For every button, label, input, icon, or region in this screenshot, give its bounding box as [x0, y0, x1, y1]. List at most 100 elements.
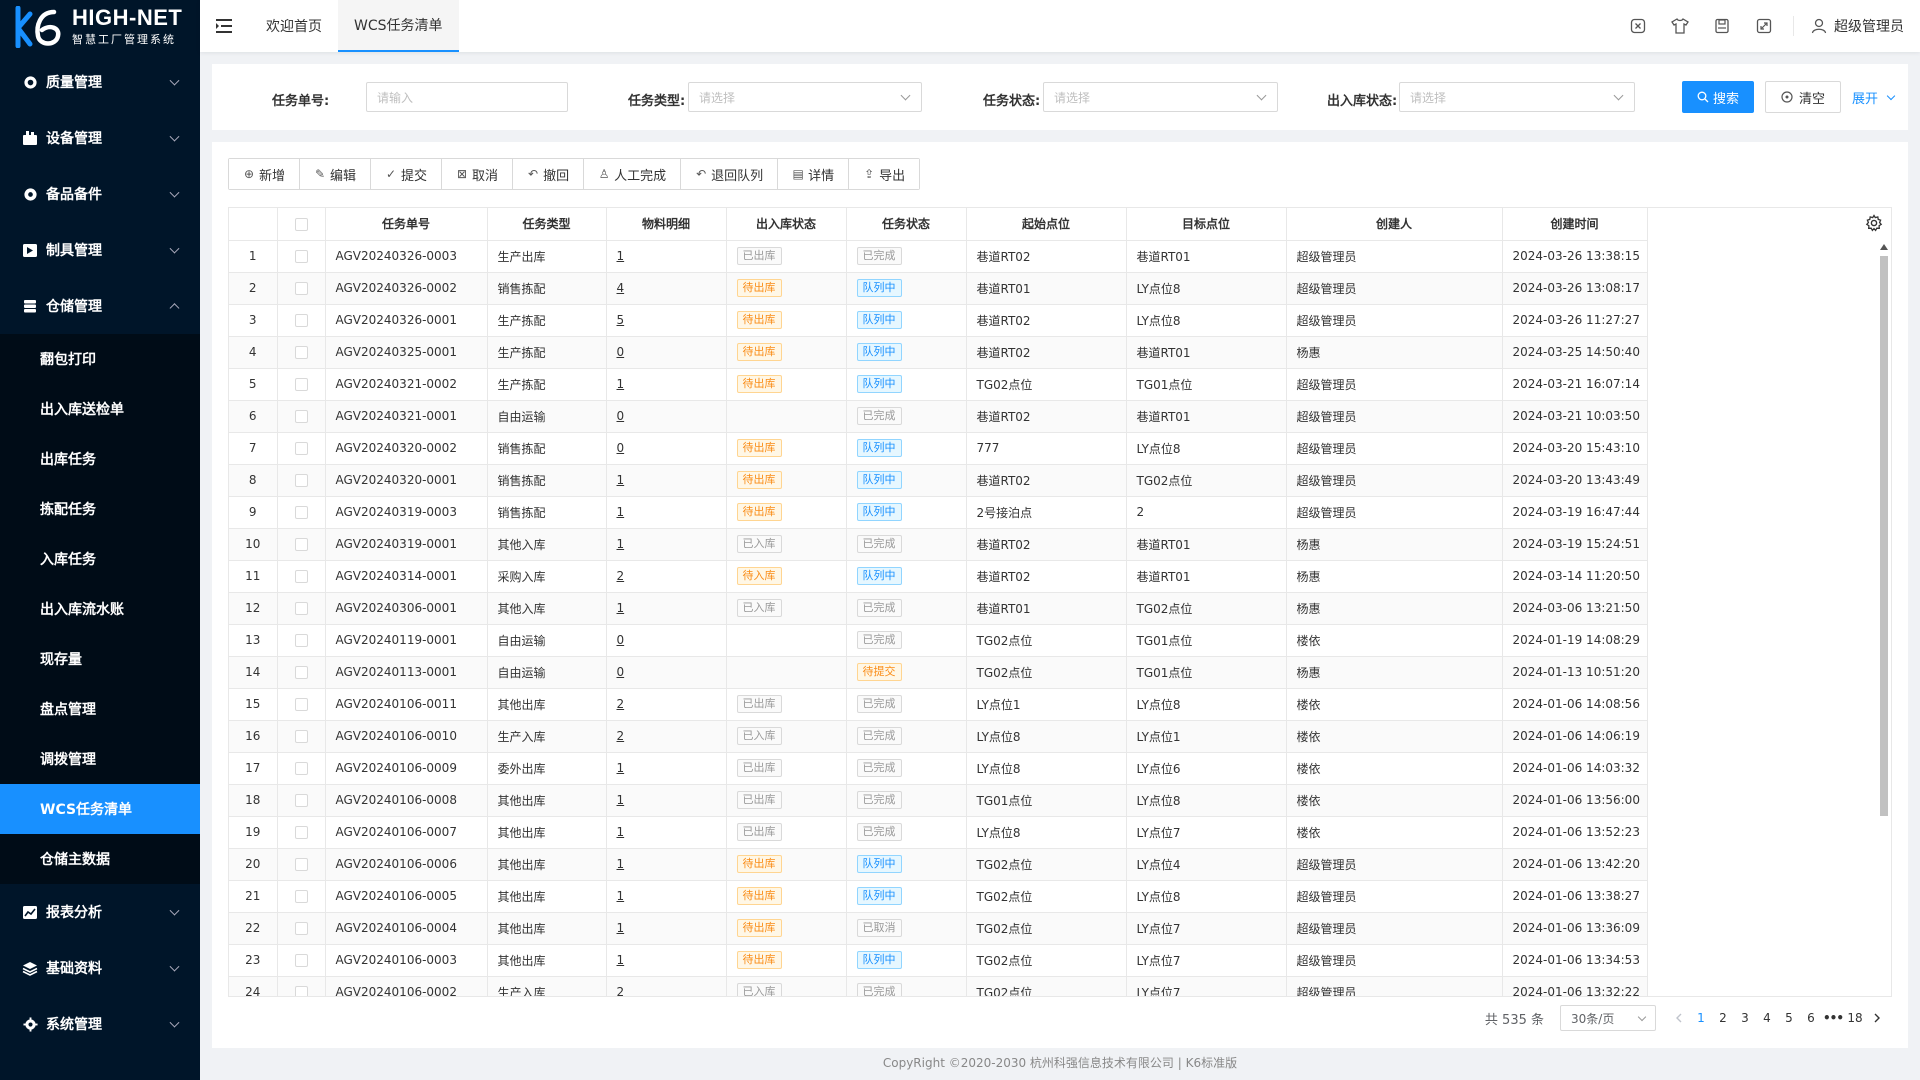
page-number[interactable]: 3: [1734, 1011, 1756, 1025]
material-detail-cell[interactable]: 0: [606, 624, 727, 657]
table-row[interactable]: 22 AGV20240106-0004 其他出库 1 待出库 已取消 TG02点位 LY点位7…: [229, 912, 1648, 945]
table-row[interactable]: 19 AGV20240106-0007 其他出库 1 已出库 已完成 LY点位8 LY点位7 楼…: [229, 816, 1648, 849]
search-button[interactable]: 搜索: [1682, 81, 1754, 113]
material-detail-link[interactable]: 1: [617, 953, 625, 967]
table-row[interactable]: 24 AGV20240106-0002 生产入库 2 已入库 已完成 TG02点位 LY点位7…: [229, 976, 1648, 996]
material-detail-link[interactable]: 1: [617, 857, 625, 871]
table-row[interactable]: 12 AGV20240306-0001 其他入库 1 已入库 已完成 巷道RT01 TG02点…: [229, 592, 1648, 625]
material-detail-cell[interactable]: 0: [606, 400, 727, 433]
checkbox[interactable]: [294, 794, 308, 807]
row-checkbox-cell[interactable]: [277, 560, 326, 593]
material-detail-cell[interactable]: 1: [606, 496, 727, 529]
checkbox[interactable]: [294, 474, 308, 487]
material-detail-link[interactable]: 1: [617, 761, 625, 775]
checkbox[interactable]: [294, 858, 308, 871]
material-detail-cell[interactable]: 0: [606, 432, 727, 465]
sidebar-item[interactable]: 盘点管理: [0, 684, 200, 734]
row-checkbox-cell[interactable]: [277, 592, 326, 625]
page-number[interactable]: 6: [1800, 1011, 1822, 1025]
table-row[interactable]: 1 AGV20240326-0003 生产出库 1 已出库 已完成 巷道RT02 巷道RT01…: [229, 240, 1648, 273]
sidebar-item[interactable]: 翻包打印: [0, 334, 200, 384]
toolbar-button[interactable]: ✎ 编辑: [300, 159, 372, 189]
material-detail-link[interactable]: 0: [617, 409, 625, 423]
table-row[interactable]: 17 AGV20240106-0009 委外出库 1 已出库 已完成 LY点位8 LY点位6 楼…: [229, 752, 1648, 785]
sidebar-group-t1[interactable]: 设备管理: [0, 110, 200, 166]
page-size-select[interactable]: 30条/页: [1560, 1005, 1656, 1031]
row-checkbox-cell[interactable]: [277, 368, 326, 401]
sidebar-group-t3[interactable]: 制具管理: [0, 222, 200, 278]
material-detail-link[interactable]: 1: [617, 825, 625, 839]
material-detail-cell[interactable]: 1: [606, 784, 727, 817]
checkbox[interactable]: [294, 730, 308, 743]
table-row[interactable]: 9 AGV20240319-0003 销售拣配 1 待出库 队列中 2号接泊点 2 超级管理员 2…: [229, 496, 1648, 529]
row-checkbox-cell[interactable]: [277, 432, 326, 465]
fullscreen-icon[interactable]: [1755, 17, 1773, 35]
material-detail-link[interactable]: 1: [617, 505, 625, 519]
material-detail-link[interactable]: 0: [617, 441, 625, 455]
material-detail-link[interactable]: 1: [617, 601, 625, 615]
page-number[interactable]: 4: [1756, 1011, 1778, 1025]
tab-item[interactable]: WCS任务清单: [338, 0, 459, 52]
user-menu[interactable]: 超级管理员: [1802, 16, 1904, 36]
checkbox[interactable]: [294, 986, 308, 996]
sidebar-item[interactable]: 现存量: [0, 634, 200, 684]
toolbar-button[interactable]: ▤ 详情: [778, 159, 850, 189]
table-row[interactable]: 14 AGV20240113-0001 自由运输 0 待提交 TG02点位 TG01点位 杨惠…: [229, 656, 1648, 689]
material-detail-cell[interactable]: 1: [606, 912, 727, 945]
material-detail-link[interactable]: 1: [617, 473, 625, 487]
page-number[interactable]: 1: [1690, 1011, 1712, 1025]
table-row[interactable]: 10 AGV20240319-0001 其他入库 1 已入库 已完成 巷道RT02 巷道RT0…: [229, 528, 1648, 561]
row-checkbox-cell[interactable]: [277, 944, 326, 977]
material-detail-link[interactable]: 1: [617, 921, 625, 935]
checkbox[interactable]: [294, 250, 308, 263]
material-detail-link[interactable]: 0: [617, 633, 625, 647]
sidebar-group-t2[interactable]: 备品备件: [0, 166, 200, 222]
table-row[interactable]: 23 AGV20240106-0003 其他出库 1 待出库 队列中 TG02点位 LY点位7…: [229, 944, 1648, 977]
material-detail-link[interactable]: 4: [617, 281, 625, 295]
toolbar-button[interactable]: ↶ 退回队列: [681, 159, 779, 189]
row-checkbox-cell[interactable]: [277, 688, 326, 721]
table-row[interactable]: 3 AGV20240326-0001 生产拣配 5 待出库 队列中 巷道RT02 LY点位8 超…: [229, 304, 1648, 337]
material-detail-cell[interactable]: 1: [606, 528, 727, 561]
scrollbar-thumb[interactable]: [1880, 256, 1888, 816]
table-row[interactable]: 11 AGV20240314-0001 采购入库 2 待入库 队列中 巷道RT02 巷道RT0…: [229, 560, 1648, 593]
material-detail-cell[interactable]: 4: [606, 272, 727, 305]
table-row[interactable]: 4 AGV20240325-0001 生产拣配 0 待出库 队列中 巷道RT02 巷道RT01…: [229, 336, 1648, 369]
row-checkbox-cell[interactable]: [277, 976, 326, 996]
row-checkbox-cell[interactable]: [277, 528, 326, 561]
checkbox[interactable]: [294, 826, 308, 839]
row-checkbox-cell[interactable]: [277, 496, 326, 529]
row-checkbox-cell[interactable]: [277, 464, 326, 497]
save-icon[interactable]: [1713, 17, 1731, 35]
material-detail-cell[interactable]: 1: [606, 752, 727, 785]
task-no-input[interactable]: 请输入: [366, 82, 568, 112]
select-all-checkbox[interactable]: [277, 208, 326, 241]
checkbox[interactable]: [294, 538, 308, 551]
toolbar-button[interactable]: ↶ 撤回: [513, 159, 585, 189]
row-checkbox-cell[interactable]: [277, 752, 326, 785]
clear-button[interactable]: 清空: [1765, 81, 1841, 113]
material-detail-link[interactable]: 1: [617, 377, 625, 391]
table-row[interactable]: 8 AGV20240320-0001 销售拣配 1 待出库 队列中 巷道RT02 TG02点位…: [229, 464, 1648, 497]
row-checkbox-cell[interactable]: [277, 656, 326, 689]
row-checkbox-cell[interactable]: [277, 720, 326, 753]
checkbox[interactable]: [294, 314, 308, 327]
table-row[interactable]: 15 AGV20240106-0011 其他出库 2 已出库 已完成 LY点位1 LY点位8 楼…: [229, 688, 1648, 721]
material-detail-cell[interactable]: 1: [606, 592, 727, 625]
material-detail-cell[interactable]: 1: [606, 240, 727, 273]
row-checkbox-cell[interactable]: [277, 240, 326, 273]
material-detail-cell[interactable]: 5: [606, 304, 727, 337]
sidebar-item[interactable]: 仓储主数据: [0, 834, 200, 884]
checkbox[interactable]: [294, 378, 308, 391]
toolbar-button[interactable]: ✓ 提交: [371, 159, 443, 189]
sidebar-group-b2[interactable]: 系统管理: [0, 996, 200, 1052]
expand-toggle[interactable]: 展开: [1852, 88, 1896, 107]
checkbox[interactable]: [294, 666, 308, 679]
table-row[interactable]: 6 AGV20240321-0001 自由运输 0 已完成 巷道RT02 巷道RT01 超级管…: [229, 400, 1648, 433]
shirt-icon[interactable]: [1671, 17, 1689, 35]
material-detail-cell[interactable]: 1: [606, 816, 727, 849]
row-checkbox-cell[interactable]: [277, 400, 326, 433]
material-detail-cell[interactable]: 1: [606, 848, 727, 881]
sidebar-group-t0[interactable]: 质量管理: [0, 54, 200, 110]
material-detail-cell[interactable]: 2: [606, 976, 727, 996]
